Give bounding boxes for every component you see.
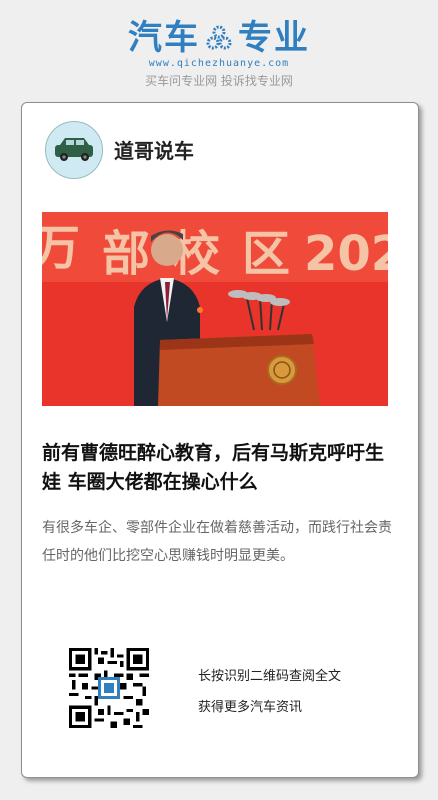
article-summary: 有很多车企、零部件企业在做着慈善活动，而践行社会责任时的他们比挖空心思赚钱时明显… (42, 520, 392, 564)
svg-text:万: 万 (42, 220, 80, 276)
share-card: 道哥说车 万 部 校 区 202 (21, 102, 419, 778)
svg-text:202: 202 (304, 226, 388, 282)
qr-instruction: 长按识别二维码查阅全文 (198, 669, 342, 684)
article-title: 前有曹德旺醉心教育，后有马斯克呼吁生娃 车圈大佬都在操心什么 (42, 442, 385, 493)
author-name: 道哥说车 (114, 139, 194, 163)
logo-text-right: 专业 (238, 18, 310, 58)
site-logo: 汽车 专业 (0, 18, 438, 58)
qr-code-icon[interactable] (69, 648, 149, 728)
svg-text:区: 区 (242, 226, 290, 282)
site-slogan: 买车问专业网 投诉找专业网 (145, 74, 293, 88)
speaker-at-podium-photo: 万 部 校 区 202 (42, 212, 388, 406)
avatar (45, 121, 103, 179)
car-icon (55, 138, 93, 161)
site-url: www.qichezhuanye.com (148, 58, 290, 69)
article-image: 万 部 校 区 202 (42, 212, 388, 406)
qr-subtext: 获得更多汽车资讯 (198, 700, 303, 715)
logo-text-left: 汽车 (128, 18, 200, 58)
gear-icon (206, 25, 232, 50)
svg-text:部: 部 (102, 226, 150, 282)
site-header: 汽车 专业 www.qichezhuanye.com 买车问专业网 投诉找专业网 (0, 0, 438, 96)
